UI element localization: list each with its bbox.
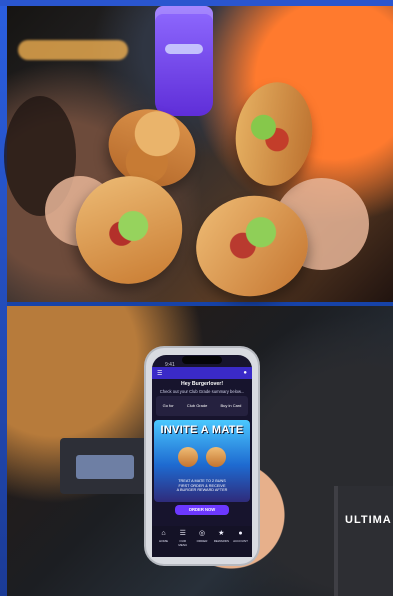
tab-home[interactable]: ⌂ HOME <box>156 530 171 543</box>
promo-burger-right <box>206 447 226 467</box>
rewards-item-club-grade[interactable]: Club Grade <box>187 403 207 408</box>
background-card-label <box>76 455 134 479</box>
greeting-text: Hey Burgerlover! <box>180 381 224 387</box>
left-edge-bar <box>0 0 7 596</box>
tab-order-label: ORDER <box>196 539 208 543</box>
tab-order[interactable]: ◎ ORDER <box>195 530 210 543</box>
tab-account[interactable]: ● ACCOUNT <box>233 530 248 543</box>
background-book <box>334 486 393 596</box>
cup-logo <box>165 44 203 54</box>
tab-home-label: HOME <box>159 539 168 543</box>
rewards-summary: Go for Club Grade Buy in Card <box>156 396 248 416</box>
tab-rewards[interactable]: ★ REWARDS <box>214 530 229 543</box>
background-light <box>18 40 128 60</box>
menu-icon[interactable]: ☰ <box>157 370 162 377</box>
tab-menu-label: OUR MENU <box>178 539 188 547</box>
menu-icon: ☰ <box>179 530 186 537</box>
rewards-item-buy-card[interactable]: Buy in Card <box>220 403 241 408</box>
rewards-icon: ★ <box>218 530 225 537</box>
tab-menu[interactable]: ☰ OUR MENU <box>175 530 190 547</box>
app-header: ☰ ● <box>152 367 252 379</box>
home-icon: ⌂ <box>161 530 166 537</box>
bottom-tab-bar: ⌂ HOME ☰ OUR MENU ◎ ORDER ★ REWARDS ● AC… <box>152 526 252 557</box>
order-now-button[interactable]: ORDER NOW <box>175 505 229 515</box>
summary-text: Check out your Club Grade summary below.… <box>159 389 245 394</box>
order-icon: ◎ <box>198 530 206 537</box>
tab-account-label: ACCOUNT <box>233 539 248 543</box>
promo-title: INVITE A MATE <box>160 424 244 436</box>
rewards-item-go-for[interactable]: Go for <box>163 403 174 408</box>
account-icon: ● <box>238 530 243 537</box>
account-icon[interactable]: ● <box>243 370 247 376</box>
book-title: ULTIMA <box>345 514 392 526</box>
drink-cup <box>155 6 213 116</box>
promo-burger-left <box>178 447 198 467</box>
tab-rewards-label: REWARDS <box>213 539 229 543</box>
promo-body: TREAT A MATE TO 2 BUNS FIRST ORDER & REC… <box>176 479 228 493</box>
